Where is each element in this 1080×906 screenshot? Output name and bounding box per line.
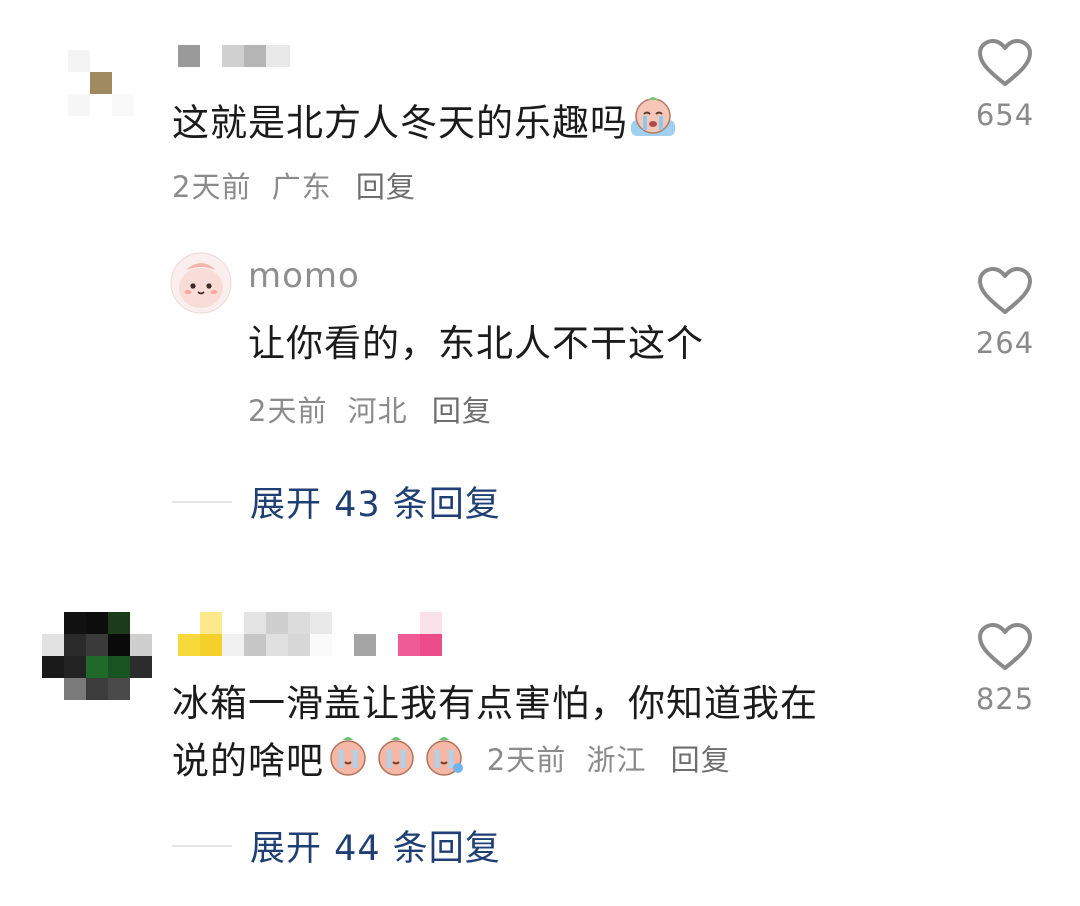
avatar[interactable] [42,612,154,704]
heart-icon [978,267,1032,314]
comment-meta: 2天前 广东 回复 [172,164,416,206]
reply-text: 让你看的，东北人不干这个 [248,322,704,365]
avatar[interactable] [48,30,158,140]
sweating-face-emoji [420,732,468,794]
comment-text-line-1: 冰箱一滑盖让我有点害怕，你知道我在 [172,682,818,725]
comment-text: 这就是北方人冬天的乐趣吗 [172,94,678,156]
username-blurred[interactable] [178,45,290,67]
like-count: 654 [975,98,1035,132]
like-button[interactable]: 654 [970,38,1040,132]
expand-replies-label: 展开 43 条回复 [250,485,501,525]
comment-meta: 2天前 浙江 回复 [487,743,731,777]
expand-replies-button[interactable]: 展开 43 条回复 [172,476,501,527]
like-count: 264 [975,326,1035,360]
comment-location: 浙江 [586,742,647,777]
reply-avatar[interactable] [170,252,232,314]
expand-replies-label: 展开 44 条回复 [250,829,501,869]
sweating-face-emoji [372,732,420,794]
reply-button[interactable]: 回复 [671,743,731,777]
reply-button[interactable]: 回复 [432,394,492,428]
reply-meta: 2天前 河北 回复 [248,388,492,430]
reply-time: 2天前 [248,394,328,428]
like-button[interactable]: 264 [970,266,1040,360]
crying-face-emoji [628,94,678,156]
heart-icon [978,623,1032,670]
sweating-face-emoji [324,732,372,794]
reply-location: 河北 [347,394,408,428]
divider-line [172,844,232,847]
like-count: 825 [975,682,1035,716]
comment-location: 广东 [271,170,332,204]
reply-username[interactable]: momo [248,256,360,296]
heart-icon [978,39,1032,86]
divider-line [172,500,232,503]
comment-time: 2天前 [172,170,252,204]
comment-text-line-2: 说的啥吧 2天前 浙江 回复 [172,732,731,794]
like-button[interactable]: 825 [970,622,1040,716]
expand-replies-button[interactable]: 展开 44 条回复 [172,820,501,871]
comment-time: 2天前 [486,742,567,777]
username-blurred[interactable] [178,612,442,656]
reply-button[interactable]: 回复 [356,170,416,204]
